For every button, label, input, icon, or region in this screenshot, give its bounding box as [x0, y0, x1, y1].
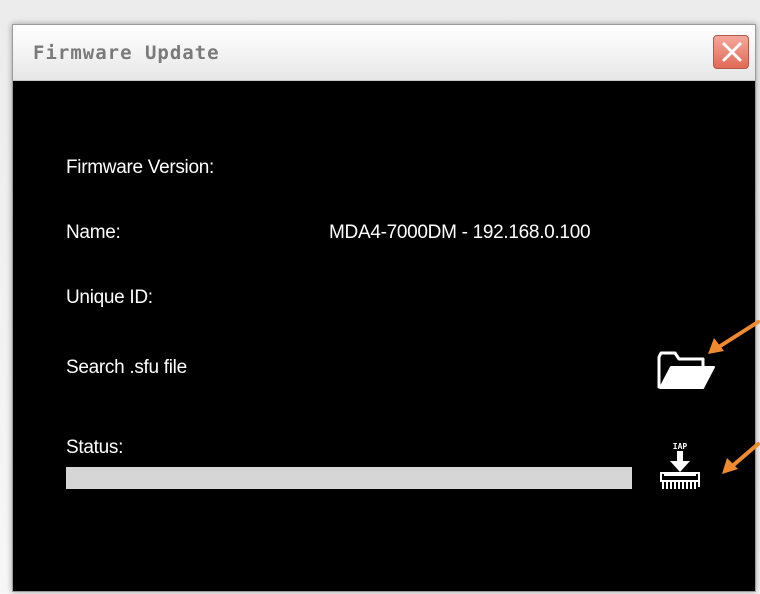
- firmware-version-label: Firmware Version:: [66, 157, 214, 178]
- unique-id-label: Unique ID:: [66, 287, 153, 308]
- name-value: MDA4-7000DM - 192.168.0.100: [329, 222, 591, 243]
- name-label: Name:: [66, 222, 121, 243]
- iap-chip-program-icon: IAP: [660, 442, 700, 489]
- progress-bar: [66, 467, 632, 489]
- close-icon: [722, 42, 742, 62]
- search-file-label: Search .sfu file: [66, 357, 187, 378]
- title-bar[interactable]: Firmware Update: [13, 25, 755, 81]
- svg-text:IAP: IAP: [673, 442, 688, 451]
- dialog-content: Firmware Version: Name: MDA4-7000DM - 19…: [13, 81, 755, 591]
- firmware-update-dialog: Firmware Update Firmware Version: Name: …: [12, 24, 756, 592]
- close-button[interactable]: [713, 35, 749, 69]
- program-firmware-button[interactable]: IAP: [657, 441, 703, 493]
- annotation-arrow-program: [722, 442, 760, 474]
- status-label: Status:: [66, 437, 124, 458]
- window-title: Firmware Update: [33, 42, 220, 64]
- annotation-arrow-folder: [708, 320, 760, 354]
